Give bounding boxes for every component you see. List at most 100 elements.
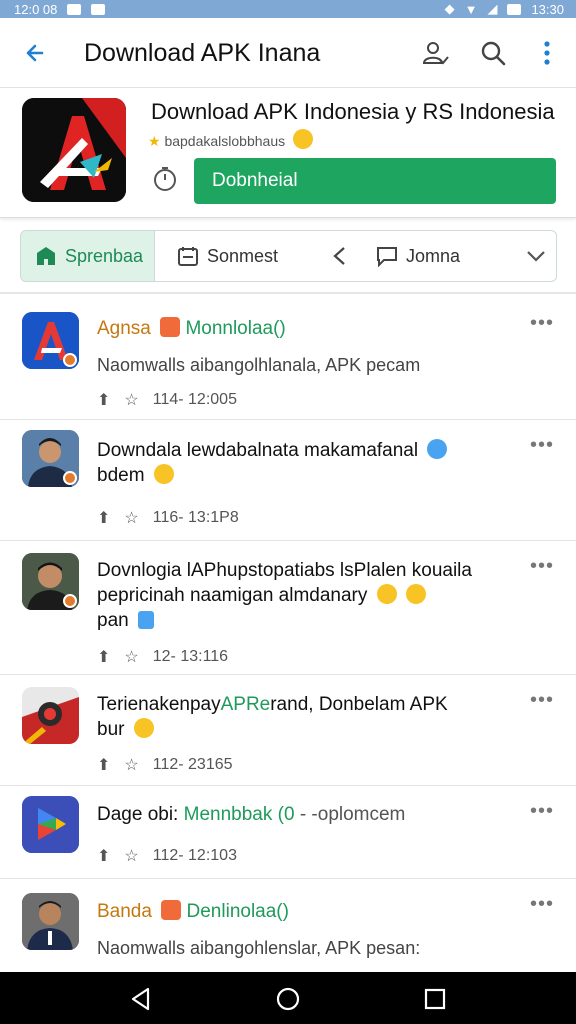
person-avatar [22, 553, 79, 610]
tab-bar: Sprenbaa Sonmest Jomna [20, 230, 557, 282]
item-line2: pepricinah naamigan almdanary [97, 585, 368, 606]
list-item[interactable]: Agnsa Monnlolaa() Naomwalls aibangolhlan… [0, 296, 576, 420]
calendar-icon [178, 247, 198, 266]
status-bar: 12:0 08 ◆ ▼ ◢ 13:30 [0, 0, 576, 18]
nav-back-icon[interactable] [128, 986, 154, 1012]
network-icon: ◢ [487, 1, 498, 16]
badge-icon [63, 594, 77, 608]
pin-icon[interactable]: ⬆ [97, 755, 110, 775]
wifi-icon: ▼ [464, 1, 478, 17]
item-line1-a: Dage obi: [97, 804, 179, 825]
item-line1-b: rand, Donbelam APK [270, 694, 448, 715]
list-item[interactable]: TerienakenpayAPRerand, Donbelam APK bur … [0, 675, 576, 786]
pin-icon[interactable]: ⬆ [97, 508, 110, 528]
tab-sonmest[interactable]: Sonmest [177, 231, 278, 281]
item-meta: ⬆ ☆ 112- 12:103 [97, 846, 237, 866]
item-meta: ⬆ ☆ 114- 12:005 [97, 390, 237, 410]
star-icon[interactable]: ☆ [124, 846, 138, 866]
item-title: Dovnlogia lAPhupstopatiabs lsPlalen koua… [97, 560, 472, 581]
tab-label: Jomna [406, 245, 461, 266]
star-icon[interactable]: ☆ [124, 647, 138, 667]
person-avatar [22, 430, 79, 487]
more-icon[interactable]: ••• [530, 893, 554, 916]
page-title: Download APK Inana [84, 39, 321, 67]
status-time-right: 13:30 [531, 1, 564, 17]
item-line2: bur [97, 719, 125, 740]
item-line1-a: Terienakenpay [97, 694, 221, 715]
clipboard-icon [137, 611, 154, 629]
item-meta: ⬆ ☆ 12- 13:116 [97, 647, 228, 667]
app-logo[interactable] [22, 98, 126, 202]
tab-scroll-left[interactable] [329, 231, 359, 281]
tab-dropdown[interactable] [525, 231, 555, 281]
item-time: 112- 12:103 [152, 847, 237, 864]
more-icon[interactable]: ••• [530, 555, 554, 578]
app-logo-red-avatar [22, 687, 79, 744]
item-desc: Naomwalls aibangohlenslar, APK pesan: [97, 938, 421, 958]
tab-label: Sonmest [207, 245, 279, 266]
item-title: Banda Denlinolaa() [97, 899, 289, 924]
status-time-left: 12:0 08 [14, 1, 58, 17]
item-line1-b: - -oplomcem [299, 804, 406, 825]
item-title: TerienakenpayAPRerand, Donbelam APK [97, 692, 448, 717]
app-subtitle: ★ bapdakalslobbhaus [148, 129, 313, 150]
item-desc: Naomwalls aibangolhlanala, APK pecam [97, 355, 421, 375]
tab-label: Sprenbaa [65, 245, 144, 266]
item-meta: ⬆ ☆ 112- 23165 [97, 755, 233, 775]
person-avatar [22, 893, 79, 950]
star-icon[interactable]: ☆ [124, 508, 138, 528]
timer-icon [154, 167, 176, 191]
app-subtitle-text: bapdakalslobbhaus [164, 133, 286, 149]
back-arrow-icon[interactable] [22, 38, 52, 68]
more-icon[interactable]: ••• [530, 434, 554, 457]
item-time: 114- 12:005 [152, 391, 237, 408]
app-bar: Download APK Inana [0, 18, 576, 88]
chevron-down-icon [527, 251, 545, 262]
app-logo-a-avatar [22, 312, 79, 369]
pin-icon[interactable]: ⬆ [97, 647, 110, 667]
wink-emoji-icon [376, 584, 397, 604]
more-vert-icon[interactable] [532, 38, 562, 68]
item-title: Agnsa Monnlolaa() [97, 316, 286, 341]
list-item[interactable]: Banda Denlinolaa() Naomwalls aibangohlen… [0, 879, 576, 972]
pin-icon[interactable]: ⬆ [97, 846, 110, 866]
item-line1: Downdala lewdabalnata makamafanal [97, 440, 419, 461]
nav-recents-icon[interactable] [422, 986, 448, 1012]
more-icon[interactable]: ••• [530, 312, 554, 335]
item-subtitle: pepricinah naamigan almdanary [97, 583, 426, 608]
app-card: Download APK Indonesia y RS Indonesia ★ … [0, 88, 576, 218]
user-check-icon[interactable] [420, 38, 450, 68]
tab-sprenbaa[interactable]: Sprenbaa [21, 231, 155, 281]
verified-icon [427, 439, 448, 459]
tab-jomna[interactable]: Jomna [376, 231, 460, 281]
battery-icon [507, 3, 522, 15]
smile-emoji-icon [133, 718, 154, 738]
more-icon[interactable]: ••• [530, 800, 554, 823]
item-time: 116- 13:1P8 [152, 509, 239, 526]
list-item[interactable]: Downdala lewdabalnata makamafanal bdem ⬆… [0, 420, 576, 541]
signal-icon: ◆ [444, 1, 455, 16]
more-icon[interactable]: ••• [530, 689, 554, 712]
smile-emoji-icon [405, 584, 426, 604]
item-line2: bdem [97, 465, 145, 486]
item-title: Downdala lewdabalnata makamafanal [97, 438, 448, 463]
item-line1-highlight: APRe [220, 694, 271, 715]
list-item[interactable]: Dovnlogia lAPhupstopatiabs lsPlalen koua… [0, 541, 576, 675]
badge-icon [63, 471, 77, 485]
item-line3: pan [97, 610, 129, 631]
star-icon[interactable]: ☆ [124, 390, 138, 410]
item-name-secondary: Monnlolaa() [185, 318, 286, 339]
item-line3-row: pan [97, 608, 154, 633]
angry-emoji-icon [160, 317, 181, 337]
star-icon[interactable]: ☆ [124, 755, 138, 775]
nav-home-icon[interactable] [275, 986, 301, 1012]
list-item[interactable]: Dage obi: Mennbbak (0 - -oplomcem ⬆ ☆ 11… [0, 786, 576, 879]
search-icon[interactable] [478, 38, 508, 68]
item-name: Agnsa [97, 318, 151, 339]
pin-icon[interactable]: ⬆ [97, 390, 110, 410]
item-subtitle: bdem [97, 463, 174, 488]
item-line1-highlight: Mennbbak (0 [183, 804, 295, 825]
item-time: 12- 13:116 [152, 648, 229, 665]
download-button[interactable]: Dobnheial [194, 158, 556, 204]
smile-emoji-icon [293, 129, 313, 149]
